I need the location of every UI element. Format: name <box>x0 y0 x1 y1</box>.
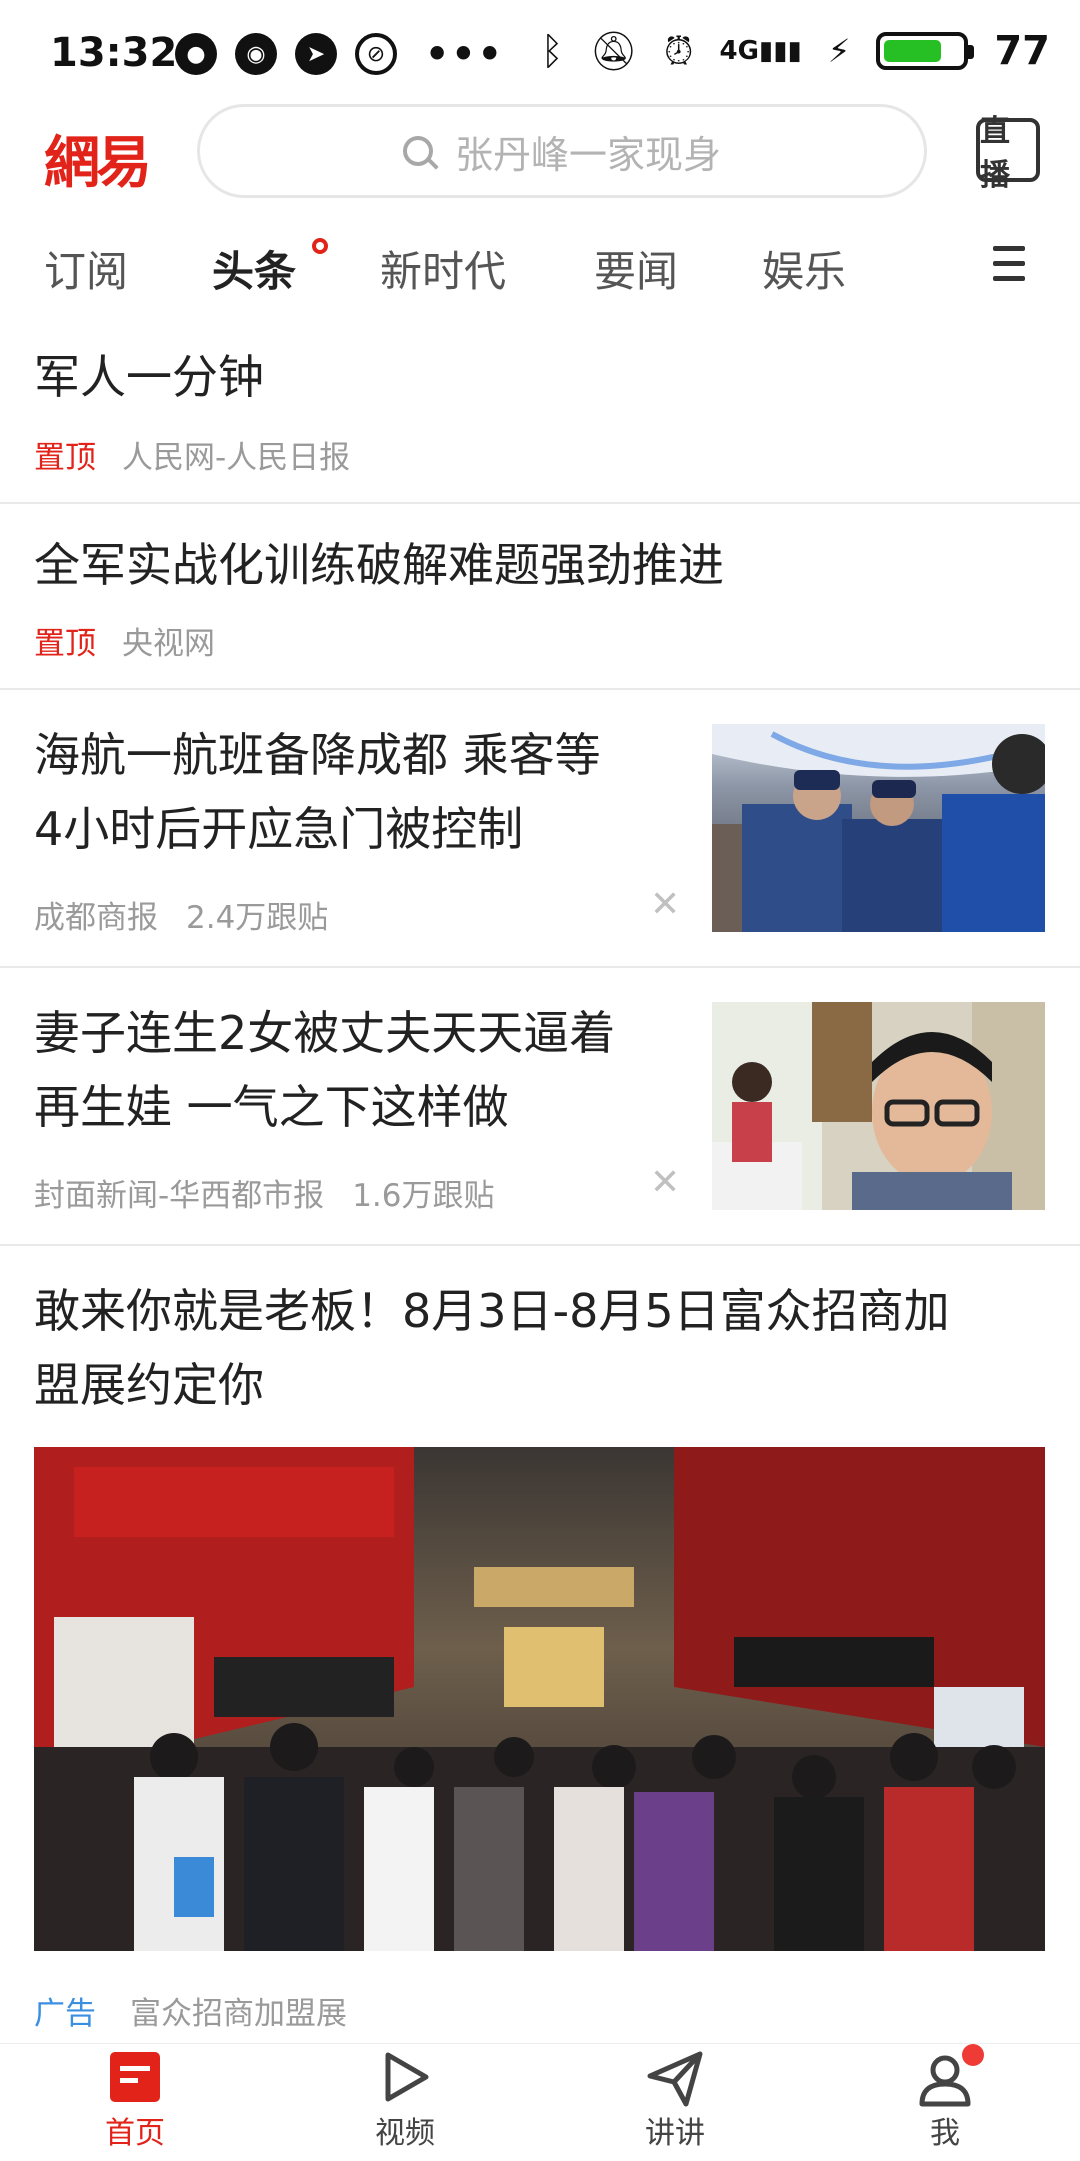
nav-label: 讲讲 <box>645 2116 705 2151</box>
app-header: 網易 张丹峰一家现身 直播 <box>0 104 1080 204</box>
live-button[interactable]: 直播 <box>976 114 1040 193</box>
news-meta: 封面新闻-华西都市报 1.6万跟贴 <box>34 1170 495 1215</box>
search-bar[interactable]: 张丹峰一家现身 <box>197 104 927 198</box>
more-notifications-icon: ••• <box>425 32 504 76</box>
channel-tabs: 订阅 头条 新时代 要闻 娱乐 <box>0 220 1080 310</box>
news-title: 全军实战化训练破解难题强劲推进 <box>34 538 724 592</box>
app-notification-icon: ➤ <box>295 33 337 75</box>
system-icons: ᛒ 🔕︎ ⏰︎ 4G▮▮▮ ⚡ 77 <box>541 28 1050 74</box>
tab-subscribe[interactable]: 订阅 <box>44 238 128 299</box>
news-meta: 置顶 人民网-人民日报 <box>34 432 350 477</box>
ad-sponsor: 富众招商加盟展 <box>130 1996 347 2032</box>
ad-label: 广告 <box>34 1996 96 2032</box>
ad-item[interactable]: 敢来你就是老板！8月3日-8月5日富众招商加 盟展约定你 广告 富众招商加盟展 <box>0 1246 1080 2043</box>
tab-entertainment[interactable]: 娱乐 <box>762 238 846 299</box>
status-time: 13:32 <box>50 30 178 76</box>
news-meta: 成都商报 2.4万跟贴 <box>34 892 328 937</box>
news-item[interactable]: 全军实战化训练破解难题强劲推进 置顶 央视网 <box>0 504 1080 690</box>
ad-meta: 广告 富众招商加盟展 <box>34 1988 347 2033</box>
pinned-label: 置顶 <box>34 440 96 476</box>
nav-me[interactable]: 我 <box>810 2044 1080 2161</box>
home-icon <box>110 2052 160 2102</box>
news-source: 人民网-人民日报 <box>122 440 351 476</box>
pinned-label: 置顶 <box>34 626 96 662</box>
news-source: 央视网 <box>122 626 215 662</box>
nav-label: 首页 <box>105 2116 165 2151</box>
alarm-icon: ⏰︎ <box>663 28 694 73</box>
dismiss-icon[interactable]: ✕ <box>650 884 680 925</box>
news-source: 成都商报 <box>34 900 158 936</box>
signal-icon: 4G▮▮▮ <box>719 36 802 66</box>
blocked-icon: ⊘ <box>355 33 397 75</box>
tab-new-era[interactable]: 新时代 <box>380 238 506 299</box>
channel-menu-icon[interactable] <box>993 246 1025 282</box>
charging-icon: ⚡ <box>827 32 851 70</box>
news-title: 军人一分钟 <box>34 350 264 404</box>
news-source: 封面新闻-华西都市报 <box>34 1178 325 1214</box>
news-item[interactable]: 军人一分钟 置顶 人民网-人民日报 <box>0 330 1080 504</box>
nav-video[interactable]: 视频 <box>270 2044 540 2161</box>
mute-icon: 🔕︎ <box>589 28 638 73</box>
news-thumbnail <box>712 1002 1045 1210</box>
battery-percent: 77 <box>994 28 1050 74</box>
dismiss-icon[interactable]: ✕ <box>650 1162 680 1203</box>
notification-badge <box>962 2044 984 2066</box>
bluetooth-icon: ᛒ <box>540 29 564 73</box>
nav-label: 我 <box>930 2116 960 2151</box>
news-item[interactable]: 妻子连生2女被丈夫天天逼着 再生娃 一气之下这样做 封面新闻-华西都市报 1.6万… <box>0 968 1080 1246</box>
news-title: 海航一航班备降成都 乘客等 4小时后开应急门被控制 <box>34 728 601 856</box>
battery-fill <box>884 40 941 62</box>
status-bar: 13:32 ● ◉ ➤ ⊘ ••• ᛒ 🔕︎ ⏰︎ 4G▮▮▮ ⚡ 77 <box>0 0 1080 110</box>
news-thumbnail <box>712 724 1045 932</box>
comment-count: 2.4万跟贴 <box>186 900 329 936</box>
nav-talk[interactable]: 讲讲 <box>540 2044 810 2161</box>
news-meta: 置顶 央视网 <box>34 618 215 663</box>
message-icon: ● <box>175 33 217 75</box>
tab-new-dot <box>312 238 328 254</box>
news-title: 妻子连生2女被丈夫天天逼着 再生娃 一气之下这样做 <box>34 1006 616 1134</box>
notification-icons: ● ◉ ➤ ⊘ ••• <box>175 32 504 76</box>
battery-icon <box>876 32 975 70</box>
play-icon <box>385 2052 429 2102</box>
bottom-nav: 首页 视频 讲讲 我 <box>0 2043 1080 2161</box>
ad-title: 敢来你就是老板！8月3日-8月5日富众招商加 盟展约定你 <box>34 1284 950 1412</box>
nav-label: 视频 <box>375 2116 435 2151</box>
wechat-icon: ◉ <box>235 33 277 75</box>
netease-logo: 網易 <box>44 130 152 196</box>
paper-plane-icon <box>647 2051 703 2107</box>
network-type: 4G <box>719 36 759 66</box>
search-icon <box>402 136 433 166</box>
comment-count: 1.6万跟贴 <box>352 1178 495 1214</box>
tab-important-news[interactable]: 要闻 <box>594 238 678 299</box>
nav-home[interactable]: 首页 <box>0 2044 270 2161</box>
tab-headlines[interactable]: 头条 <box>212 238 296 299</box>
search-placeholder: 张丹峰一家现身 <box>454 132 721 177</box>
news-item[interactable]: 海航一航班备降成都 乘客等 4小时后开应急门被控制 成都商报 2.4万跟贴 ✕ <box>0 690 1080 968</box>
ad-image <box>34 1447 1045 1951</box>
